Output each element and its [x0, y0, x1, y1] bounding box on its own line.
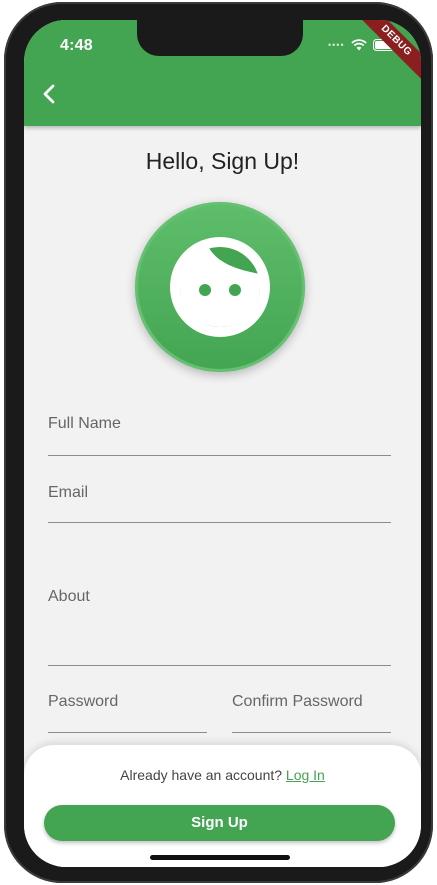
email-label: Email — [48, 484, 89, 501]
login-link[interactable]: Log In — [286, 767, 325, 783]
about-field[interactable]: About — [48, 582, 391, 666]
have-account-text: Already have an account? — [120, 767, 283, 783]
back-button[interactable] — [38, 82, 62, 106]
signal-dots-icon: •••• — [328, 40, 345, 50]
full-name-label: Full Name — [48, 415, 121, 432]
full-name-field[interactable]: Full Name — [48, 409, 391, 456]
confirm-password-field[interactable]: Confirm Password — [232, 687, 391, 733]
password-label: Password — [48, 693, 119, 710]
about-label: About — [48, 588, 90, 605]
back-icon — [43, 84, 55, 104]
email-field[interactable]: Email — [48, 478, 391, 523]
password-field[interactable]: Password — [48, 687, 207, 733]
confirm-password-label: Confirm Password — [232, 693, 363, 710]
home-indicator — [150, 855, 290, 860]
status-time: 4:48 — [60, 37, 93, 54]
bottom-sheet: Already have an account? Log In Sign Up — [24, 745, 421, 867]
page-title: Hello, Sign Up! — [145, 148, 300, 174]
face-icon — [170, 237, 270, 337]
wifi-icon — [350, 39, 367, 51]
screen: 4:48 •••• DEBUG Hello, Sign Up! Full Nam… — [24, 20, 421, 867]
avatar — [135, 202, 305, 372]
debug-banner: DEBUG — [350, 20, 421, 87]
phone-frame: 4:48 •••• DEBUG Hello, Sign Up! Full Nam… — [4, 2, 433, 883]
login-prompt: Already have an account? Log In — [24, 767, 421, 783]
app-bar: 4:48 •••• DEBUG — [24, 20, 421, 126]
device-notch — [137, 20, 303, 56]
sign-up-button[interactable]: Sign Up — [44, 805, 395, 841]
